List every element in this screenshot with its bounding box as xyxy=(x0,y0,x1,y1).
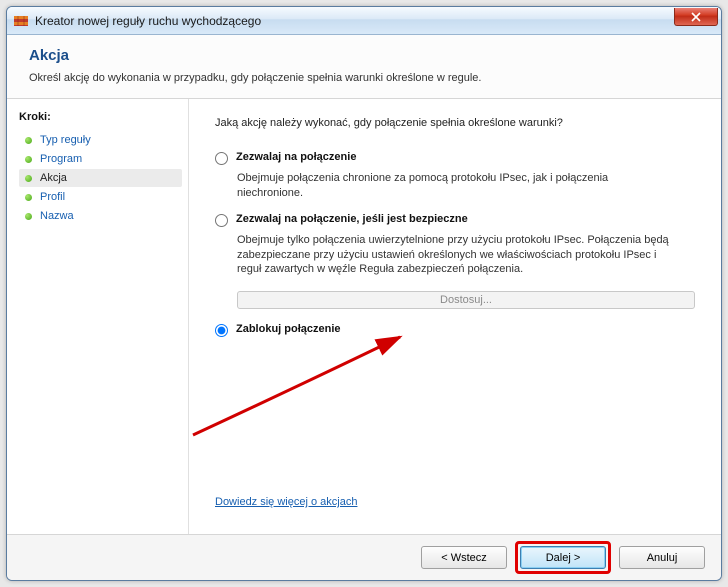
step-link[interactable]: Typ reguły xyxy=(40,134,91,146)
step-rule-type[interactable]: Typ reguły xyxy=(19,131,182,149)
close-button[interactable] xyxy=(674,8,718,26)
annotation-arrow-icon xyxy=(185,323,415,443)
option-allow-desc: Obejmuje połączenia chronione za pomocą … xyxy=(237,171,677,201)
option-block-title: Zablokuj połączenie xyxy=(236,323,341,335)
bullet-icon xyxy=(25,175,32,182)
next-button[interactable]: Dalej > xyxy=(520,546,606,569)
step-link: Akcja xyxy=(40,172,67,184)
step-link[interactable]: Profil xyxy=(40,191,65,203)
step-action[interactable]: Akcja xyxy=(19,169,182,187)
wizard-header: Akcja Określ akcję do wykonania w przypa… xyxy=(7,35,721,99)
option-allow[interactable]: Zezwalaj na połączenie xyxy=(215,151,695,165)
radio-block[interactable] xyxy=(215,324,228,337)
radio-allow-secure[interactable] xyxy=(215,214,228,227)
bullet-icon xyxy=(25,213,32,220)
step-link[interactable]: Nazwa xyxy=(40,210,74,222)
firewall-icon xyxy=(13,13,29,29)
option-block[interactable]: Zablokuj połączenie xyxy=(215,323,695,337)
step-name[interactable]: Nazwa xyxy=(19,207,182,225)
steps-label: Kroki: xyxy=(19,111,182,123)
learn-more-link[interactable]: Dowiedz się więcej o akcjach xyxy=(215,496,357,508)
bullet-icon xyxy=(25,194,32,201)
step-link[interactable]: Program xyxy=(40,153,82,165)
option-allow-secure[interactable]: Zezwalaj na połączenie, jeśli jest bezpi… xyxy=(215,213,695,227)
main-panel: Jaką akcję należy wykonać, gdy połączeni… xyxy=(189,99,721,534)
bullet-icon xyxy=(25,137,32,144)
customize-button: Dostosuj... xyxy=(237,291,695,309)
bullet-icon xyxy=(25,156,32,163)
option-allow-secure-desc: Obejmuje tylko połączenia uwierzytelnion… xyxy=(237,233,677,278)
page-title: Akcja xyxy=(29,47,699,64)
page-subtitle: Określ akcję do wykonania w przypadku, g… xyxy=(29,72,699,84)
wizard-window: Kreator nowej reguły ruchu wychodzącego … xyxy=(6,6,722,581)
window-title: Kreator nowej reguły ruchu wychodzącego xyxy=(35,14,674,28)
wizard-button-bar: < Wstecz Dalej > Anuluj xyxy=(7,534,721,580)
radio-allow[interactable] xyxy=(215,152,228,165)
titlebar: Kreator nowej reguły ruchu wychodzącego xyxy=(7,7,721,35)
learn-more: Dowiedz się więcej o akcjach xyxy=(215,496,695,508)
back-button[interactable]: < Wstecz xyxy=(421,546,507,569)
option-allow-secure-title: Zezwalaj na połączenie, jeśli jest bezpi… xyxy=(236,213,468,225)
action-prompt: Jaką akcję należy wykonać, gdy połączeni… xyxy=(215,117,695,129)
option-allow-title: Zezwalaj na połączenie xyxy=(236,151,356,163)
close-icon xyxy=(691,12,701,22)
step-program[interactable]: Program xyxy=(19,150,182,168)
steps-sidebar: Kroki: Typ reguły Program Akcja Profil N… xyxy=(7,99,189,534)
step-profile[interactable]: Profil xyxy=(19,188,182,206)
next-highlight-box: Dalej > xyxy=(515,541,611,574)
cancel-button[interactable]: Anuluj xyxy=(619,546,705,569)
wizard-body: Kroki: Typ reguły Program Akcja Profil N… xyxy=(7,99,721,534)
